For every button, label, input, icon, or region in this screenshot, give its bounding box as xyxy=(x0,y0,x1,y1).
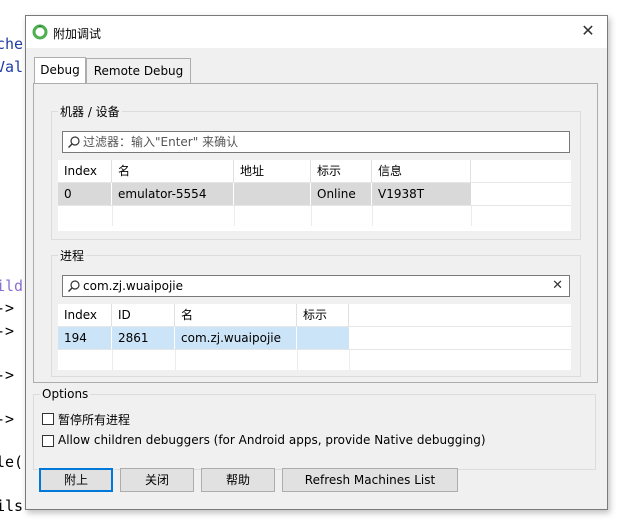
divider xyxy=(349,350,350,370)
cell-address xyxy=(234,183,311,205)
divider xyxy=(297,350,298,370)
code-line: -> xyxy=(0,322,15,340)
machines-filter-input[interactable] xyxy=(83,133,488,151)
clear-filter-icon[interactable]: ✕ xyxy=(552,276,563,296)
column-header-index[interactable]: Index xyxy=(58,160,112,182)
processes-group-label: 进程 xyxy=(58,247,87,264)
code-line: -> xyxy=(0,410,15,428)
divider xyxy=(58,349,571,350)
column-header-index[interactable]: Index xyxy=(58,304,112,326)
options-label: Options xyxy=(40,387,91,401)
code-line: Val xyxy=(0,58,24,76)
debug-tab-panel: 机器 / 设备 Index 名 地址 标示 信息 0 emulator-5554 xyxy=(33,83,598,383)
machines-group: 机器 / 设备 Index 名 地址 标示 信息 0 emulator-5554 xyxy=(51,103,581,240)
attach-debug-dialog: 附加调试 ✕ Debug Remote Debug 机器 / 设备 Index … xyxy=(25,15,608,510)
divider xyxy=(471,206,472,226)
column-header-id[interactable]: ID xyxy=(112,304,175,326)
refresh-machines-button[interactable]: Refresh Machines List xyxy=(282,468,458,492)
cell-name: emulator-5554 xyxy=(112,183,234,205)
divider xyxy=(112,350,113,370)
cell-info: V1938T xyxy=(372,183,471,205)
column-header-address[interactable]: 地址 xyxy=(234,160,311,182)
allow-children-label[interactable]: Allow children debuggers (for Android ap… xyxy=(58,433,486,447)
code-line: -> xyxy=(0,366,15,384)
processes-table: Index ID 名 标示 194 2861 com.zj.wuaipojie xyxy=(58,304,571,370)
cell-name: com.zj.wuaipojie xyxy=(175,327,297,349)
divider xyxy=(311,206,312,226)
close-icon[interactable]: ✕ xyxy=(579,22,597,40)
processes-group: 进程 ✕ Index ID 名 标示 194 2861 com.zj.wuaip… xyxy=(51,247,581,377)
column-header-tag[interactable]: 标示 xyxy=(311,160,372,182)
processes-filter-field[interactable]: ✕ xyxy=(62,275,570,297)
column-header-tag[interactable]: 标示 xyxy=(297,304,349,326)
divider xyxy=(234,206,235,226)
divider xyxy=(112,206,113,226)
column-header-info[interactable]: 信息 xyxy=(372,160,471,182)
help-button[interactable]: 帮助 xyxy=(201,468,275,492)
divider xyxy=(58,205,571,206)
allow-children-checkbox[interactable] xyxy=(42,435,54,447)
search-icon xyxy=(68,280,80,292)
code-line: le( xyxy=(0,453,24,471)
app-icon xyxy=(32,24,48,40)
options-group: Options 暂停所有进程 Allow children debuggers … xyxy=(33,387,596,470)
attach-button[interactable]: 附上 xyxy=(39,468,113,492)
suspend-all-checkbox[interactable] xyxy=(42,413,54,425)
column-header-name[interactable]: 名 xyxy=(175,304,297,326)
close-button[interactable]: 关闭 xyxy=(120,468,194,492)
cell-tag: Online xyxy=(311,183,372,205)
title-bar[interactable]: 附加调试 ✕ xyxy=(26,16,607,48)
processes-filter-input[interactable] xyxy=(83,277,488,295)
divider xyxy=(175,350,176,370)
divider xyxy=(372,206,373,226)
tab-remote-debug[interactable]: Remote Debug xyxy=(86,58,191,84)
search-icon xyxy=(68,136,80,148)
cell-id: 2861 xyxy=(112,327,175,349)
column-header-name[interactable]: 名 xyxy=(112,160,234,182)
code-line: ild xyxy=(0,277,24,295)
cell-index: 194 xyxy=(58,327,112,349)
cell-tag xyxy=(297,327,349,349)
suspend-all-label[interactable]: 暂停所有进程 xyxy=(58,411,130,428)
machines-group-label: 机器 / 设备 xyxy=(58,103,122,120)
machines-table: Index 名 地址 标示 信息 0 emulator-5554 Online … xyxy=(58,160,571,231)
code-line: che xyxy=(0,35,24,53)
code-line: -> xyxy=(0,299,15,317)
tab-debug[interactable]: Debug xyxy=(34,57,86,85)
dialog-title: 附加调试 xyxy=(53,27,102,41)
machines-filter-field[interactable] xyxy=(62,131,570,153)
cell-index: 0 xyxy=(58,183,112,205)
